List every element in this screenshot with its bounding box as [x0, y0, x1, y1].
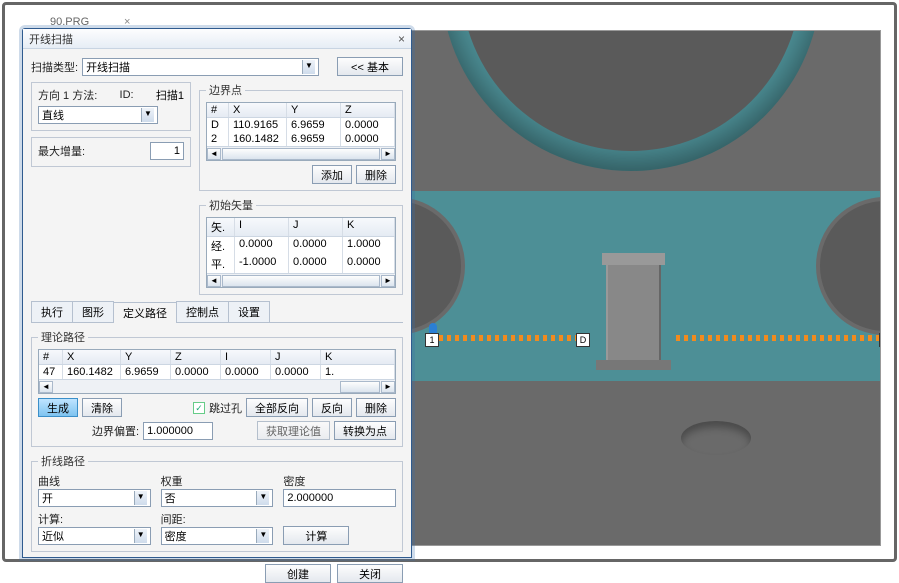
- delete-button[interactable]: 删除: [356, 165, 396, 184]
- delete-button[interactable]: 删除: [356, 398, 396, 417]
- dialog-title: 开线扫描: [29, 31, 73, 47]
- part-base: [400, 381, 881, 546]
- initvec-legend: 初始矢量: [206, 197, 256, 213]
- max-inc-input[interactable]: [150, 142, 184, 160]
- clear-button[interactable]: 清除: [82, 398, 122, 417]
- chevron-down-icon: ▼: [141, 108, 154, 122]
- calc-label: 计算:: [38, 514, 63, 526]
- table-row[interactable]: 47 160.1482 6.9659 0.0000 0.0000 0.0000 …: [39, 365, 395, 379]
- boundary-group: 边界点 # X Y Z D 110.9165 6.9659: [199, 82, 403, 191]
- direction-combo[interactable]: 直线▼: [38, 106, 158, 124]
- marker-2[interactable]: 2: [879, 333, 881, 347]
- id-label: ID:: [120, 89, 134, 101]
- curve-combo[interactable]: 开▼: [38, 489, 151, 507]
- dist-combo[interactable]: 密度▼: [161, 527, 274, 545]
- initvec-group: 初始矢量 矢. I J K 经. 0.0000 0.0000: [199, 197, 403, 295]
- probe-icon: [429, 323, 437, 333]
- density-input[interactable]: [283, 489, 396, 507]
- scan-path: [676, 335, 881, 341]
- theory-path-legend: 理论路径: [38, 329, 88, 345]
- table-row[interactable]: 2 160.1482 6.9659 0.0000: [207, 132, 395, 146]
- boundary-table[interactable]: # X Y Z D 110.9165 6.9659 0.0000: [206, 102, 396, 161]
- direction-label: 方向 1 方法:: [38, 87, 97, 103]
- weight-label: 权重: [161, 476, 183, 488]
- calc-button[interactable]: 计算: [283, 526, 349, 545]
- hscrollbar[interactable]: ◄►: [207, 146, 395, 160]
- pillar: [606, 261, 661, 366]
- max-inc-label: 最大增量:: [38, 143, 85, 159]
- chevron-down-icon: ▼: [302, 60, 315, 74]
- id-value: 扫描1: [156, 87, 184, 103]
- tabstrip: 执行 图形 定义路径 控制点 设置: [31, 301, 403, 323]
- offset-label: 边界偏置:: [92, 423, 139, 439]
- scan-path: [431, 335, 576, 341]
- polyline-group: 折线路径 曲线 开▼ 权重 否▼ 密度 计算:: [31, 453, 403, 552]
- close-tab-icon[interactable]: ×: [124, 16, 130, 28]
- theory-table[interactable]: # X Y Z I J K 47 160.1482 6.9659 0.0000 …: [38, 349, 396, 394]
- generate-button[interactable]: 生成: [38, 398, 78, 417]
- offset-input[interactable]: [143, 422, 213, 440]
- to-point-button[interactable]: 转换为点: [334, 421, 396, 440]
- table-row[interactable]: D 110.9165 6.9659 0.0000: [207, 118, 395, 132]
- calc-combo[interactable]: 近似▼: [38, 527, 151, 545]
- titlebar[interactable]: 开线扫描 ×: [23, 29, 411, 49]
- scan-dialog: 开线扫描 × 扫描类型: 开线扫描▼ << 基本 方向 1 方法: ID:: [22, 28, 412, 558]
- boundary-legend: 边界点: [206, 82, 245, 98]
- max-inc-group: 最大增量:: [31, 137, 191, 167]
- base-bore: [681, 421, 751, 455]
- get-theory-button[interactable]: 获取理论值: [257, 421, 330, 440]
- initvec-table[interactable]: 矢. I J K 经. 0.0000 0.0000 1.0000: [206, 217, 396, 288]
- reverse-button[interactable]: 反向: [312, 398, 352, 417]
- tab-execute[interactable]: 执行: [31, 301, 73, 322]
- scan-type-combo[interactable]: 开线扫描▼: [82, 58, 319, 76]
- weight-combo[interactable]: 否▼: [161, 489, 274, 507]
- tab-define-path[interactable]: 定义路径: [113, 302, 177, 323]
- table-row[interactable]: 平. -1.0000 0.0000 0.0000: [207, 255, 395, 273]
- tab-graphic[interactable]: 图形: [72, 301, 114, 322]
- skip-hole-label: 跳过孔: [209, 400, 242, 416]
- chevron-down-icon: ▼: [256, 529, 269, 543]
- add-button[interactable]: 添加: [312, 165, 352, 184]
- file-tab[interactable]: 90.PRG×: [50, 16, 89, 28]
- scan-type-label: 扫描类型:: [31, 59, 78, 75]
- tab-control-points[interactable]: 控制点: [176, 301, 229, 322]
- hscrollbar[interactable]: ◄►: [207, 273, 395, 287]
- close-icon[interactable]: ×: [398, 32, 405, 46]
- chevron-down-icon: ▼: [134, 529, 147, 543]
- basic-button[interactable]: << 基本: [337, 57, 403, 76]
- close-button[interactable]: 关闭: [337, 564, 403, 583]
- skip-hole-checkbox[interactable]: ✓: [193, 402, 205, 414]
- viewport-3d[interactable]: 1 D 2: [400, 30, 881, 546]
- tab-settings[interactable]: 设置: [228, 301, 270, 322]
- all-reverse-button[interactable]: 全部反向: [246, 398, 308, 417]
- create-button[interactable]: 创建: [265, 564, 331, 583]
- direction-group: 方向 1 方法: ID: 扫描1 直线▼: [31, 82, 191, 131]
- marker-1[interactable]: 1: [425, 333, 439, 347]
- curve-label: 曲线: [38, 476, 60, 488]
- chevron-down-icon: ▼: [256, 491, 269, 505]
- marker-d[interactable]: D: [576, 333, 590, 347]
- dist-label: 间距:: [161, 514, 186, 526]
- density-label: 密度: [283, 476, 305, 488]
- chevron-down-icon: ▼: [134, 491, 147, 505]
- hscrollbar[interactable]: ◄►: [39, 379, 395, 393]
- polyline-legend: 折线路径: [38, 453, 88, 469]
- theory-path-group: 理论路径 # X Y Z I J K 47 160.1482 6.9659: [31, 329, 403, 447]
- table-row[interactable]: 经. 0.0000 0.0000 1.0000: [207, 237, 395, 255]
